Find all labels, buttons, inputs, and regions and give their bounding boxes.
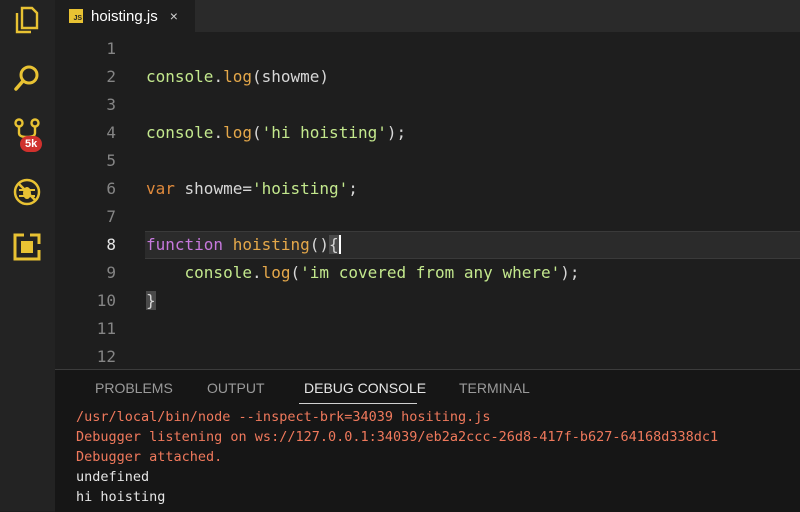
code-token: console <box>146 123 214 142</box>
code-token: ); <box>560 263 580 282</box>
code-text: } <box>146 287 156 315</box>
tab-title: hoisting.js <box>91 7 158 25</box>
console-line: Debugger attached. <box>76 449 223 465</box>
code-editor[interactable]: 1 2 console.log(showme) 3 4 console.log('hi h… <box>55 32 800 369</box>
code-token: showme= <box>174 179 252 198</box>
line-number: 1 <box>106 39 116 58</box>
code-line[interactable]: 6 var showme='hoisting'; <box>55 175 800 203</box>
line-number: 8 <box>106 235 116 254</box>
active-tab-underline <box>299 403 417 404</box>
line-number: 9 <box>106 263 116 282</box>
code-line[interactable]: 7 <box>55 203 800 231</box>
code-token: 'hi hoisting' <box>261 123 387 142</box>
line-number: 7 <box>106 207 116 226</box>
code-token: } <box>146 291 156 310</box>
debug-icon[interactable] <box>13 178 41 206</box>
code-token: ; <box>348 179 358 198</box>
code-token: ( <box>251 123 262 142</box>
code-line[interactable]: 3 <box>55 91 800 119</box>
code-token: 'hoisting' <box>251 179 349 198</box>
code-token: log <box>223 123 252 142</box>
code-token: log <box>261 263 291 282</box>
code-text: var showme='hoisting'; <box>146 175 358 203</box>
code-token: console <box>184 263 252 282</box>
line-number: 11 <box>96 319 116 338</box>
console-line: /usr/local/bin/node --inspect-brk=34039 … <box>76 409 491 425</box>
extensions-icon-graphic <box>13 233 41 261</box>
code-line[interactable]: 4 console.log('hi hoisting'); <box>55 119 800 147</box>
activity-bar: 5k <box>0 0 55 511</box>
code-token: var <box>146 179 175 198</box>
tab-debug-console[interactable]: DEBUG CONSOLE <box>304 380 426 396</box>
line-number: 2 <box>106 67 116 86</box>
console-line: undefined <box>76 469 150 485</box>
code-token: . <box>251 263 262 282</box>
code-token: () <box>309 235 330 254</box>
tab-problems[interactable]: PROBLEMS <box>95 380 173 396</box>
search-icon-graphic <box>14 65 39 91</box>
line-number: 5 <box>106 151 116 170</box>
code-token: function <box>146 235 224 254</box>
console-line: hi hoisting <box>76 489 166 505</box>
line-number: 10 <box>96 291 116 310</box>
console-line: Debugger listening on ws://127.0.0.1:340… <box>76 429 719 445</box>
code-token: ); <box>386 123 407 142</box>
code-text: console.log('hi hoisting'); <box>146 119 406 147</box>
bottom-panel: PROBLEMS OUTPUT DEBUG CONSOLE TERMINAL /… <box>55 369 800 512</box>
code-line[interactable]: 2 console.log(showme) <box>55 63 800 91</box>
code-line[interactable]: 12 <box>55 343 800 369</box>
code-line[interactable]: 1 <box>55 35 800 63</box>
search-icon[interactable] <box>13 64 41 92</box>
js-file-icon: JS <box>69 9 83 23</box>
source-control-badge: 5k <box>20 136 43 152</box>
code-token: . <box>213 123 224 142</box>
code-token: ( <box>290 263 301 282</box>
tab-hoisting-js[interactable]: JS hoisting.js × <box>55 0 195 32</box>
code-line[interactable]: 11 <box>55 315 800 343</box>
code-token: hoisting <box>232 235 310 254</box>
line-number: 6 <box>106 179 116 198</box>
code-line[interactable]: 10} <box>55 287 800 315</box>
code-line[interactable]: 5 <box>55 147 800 175</box>
explorer-icon[interactable] <box>13 6 41 34</box>
code-token: (showme) <box>251 67 330 86</box>
debug-icon-graphic <box>13 178 41 206</box>
code-line[interactable]: 9 console.log('im covered from any where… <box>55 259 800 287</box>
code-text: console.log('im covered from any where')… <box>146 259 580 287</box>
editor-tab-bar: JS hoisting.js × <box>55 0 800 32</box>
line-number: 4 <box>106 123 116 142</box>
code-token: console <box>146 67 214 86</box>
tab-output[interactable]: OUTPUT <box>207 380 265 396</box>
code-text: function hoisting(){ <box>146 231 341 259</box>
close-icon[interactable]: × <box>170 8 178 24</box>
code-token: log <box>223 67 252 86</box>
code-token: 'im covered from any where' <box>300 263 561 282</box>
code-token: . <box>213 67 224 86</box>
line-number: 3 <box>106 95 116 114</box>
explorer-icon-graphic <box>15 6 39 34</box>
code-token: { <box>329 235 341 254</box>
extensions-icon[interactable] <box>13 233 41 261</box>
line-number: 12 <box>96 347 116 366</box>
code-text: console.log(showme) <box>146 63 329 91</box>
tab-terminal[interactable]: TERMINAL <box>459 380 530 396</box>
code-line[interactable]: 8 function hoisting(){ <box>55 231 800 259</box>
